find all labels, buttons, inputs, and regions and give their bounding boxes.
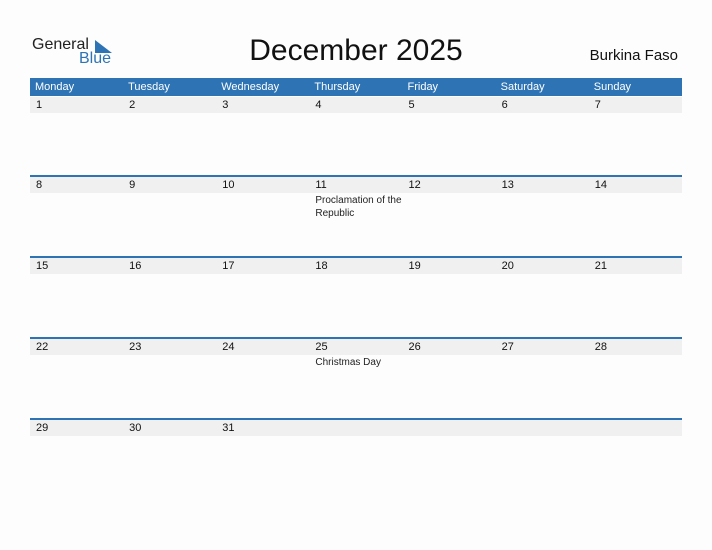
day-number: 26 xyxy=(402,339,496,355)
day-cell[interactable]: 9 xyxy=(123,177,217,220)
weekday-label: Tuesday xyxy=(128,81,170,93)
day-cell[interactable]: 22 xyxy=(30,339,124,369)
week-row: 29 30 31 xyxy=(30,418,682,436)
day-number: 17 xyxy=(216,258,310,274)
day-number xyxy=(588,420,682,436)
day-number: 28 xyxy=(588,339,682,355)
day-cell[interactable] xyxy=(588,420,682,436)
day-cell[interactable]: 26 xyxy=(402,339,496,369)
day-cell[interactable]: 13 xyxy=(495,177,589,220)
weekday-label: Sunday xyxy=(593,81,632,93)
day-cell[interactable]: 3 xyxy=(216,97,310,113)
weekday-label: Friday xyxy=(407,81,439,93)
weekday-header: Monday Tuesday Wednesday Thursday Friday Satu… xyxy=(30,78,682,96)
week-row: 15 16 17 18 19 20 21 xyxy=(30,256,682,274)
day-cell[interactable]: 31 xyxy=(216,420,310,436)
day-cell[interactable]: 12 xyxy=(402,177,496,220)
day-cell[interactable]: 6 xyxy=(495,97,589,113)
day-number: 11 xyxy=(309,177,403,193)
day-number: 18 xyxy=(309,258,403,274)
day-cell[interactable]: 29 xyxy=(30,420,124,436)
holiday-label: Proclamation of the Republic xyxy=(315,195,402,219)
day-number: 3 xyxy=(216,97,310,113)
day-cell[interactable]: 28 xyxy=(588,339,682,369)
holiday-label: Christmas Day xyxy=(315,357,381,368)
day-cell[interactable]: 11 Proclamation of the Republic xyxy=(309,177,403,220)
day-cell[interactable] xyxy=(309,420,403,436)
day-number: 10 xyxy=(216,177,310,193)
day-cell[interactable]: 17 xyxy=(216,258,310,274)
calendar-page: General Blue December 2025 Burkina Faso … xyxy=(0,0,712,550)
day-number: 15 xyxy=(30,258,124,274)
day-number: 16 xyxy=(123,258,217,274)
week-row: 1234567 xyxy=(30,97,682,113)
day-number: 2 xyxy=(123,97,217,113)
day-cell[interactable]: 23 xyxy=(123,339,217,369)
day-cell[interactable]: 30 xyxy=(123,420,217,436)
day-number: 31 xyxy=(216,420,310,436)
day-number: 12 xyxy=(402,177,496,193)
day-cell[interactable]: 25 Christmas Day xyxy=(309,339,403,369)
day-cell[interactable]: 19 xyxy=(402,258,496,274)
weekday-label: Thursday xyxy=(314,81,361,93)
day-cell[interactable]: 24 xyxy=(216,339,310,369)
day-number: 14 xyxy=(588,177,682,193)
day-cell[interactable]: 20 xyxy=(495,258,589,274)
day-cell[interactable] xyxy=(495,420,589,436)
week-row: 22 23 24 25 Christmas Day 26 27 28 xyxy=(30,337,682,369)
day-cell[interactable]: 1 xyxy=(30,97,124,113)
day-cell[interactable]: 4 xyxy=(309,97,403,113)
day-cell[interactable]: 21 xyxy=(588,258,682,274)
weekday-label: Saturday xyxy=(500,81,545,93)
day-number: 7 xyxy=(588,97,682,113)
day-cell[interactable]: 8 xyxy=(30,177,124,220)
day-cell[interactable]: 7 xyxy=(588,97,682,113)
day-number: 23 xyxy=(123,339,217,355)
weekday-label: Wednesday xyxy=(221,81,280,93)
day-number: 19 xyxy=(402,258,496,274)
day-cell[interactable]: 14 xyxy=(588,177,682,220)
day-number: 20 xyxy=(495,258,589,274)
day-number: 4 xyxy=(309,97,403,113)
day-number: 8 xyxy=(30,177,124,193)
week-row: 8 9 10 11 Proclamation of the Republic 12 13 14 xyxy=(30,175,682,220)
day-number: 5 xyxy=(402,97,496,113)
day-number: 21 xyxy=(588,258,682,274)
weekday-label: Monday xyxy=(35,81,75,93)
day-number: 24 xyxy=(216,339,310,355)
day-cell[interactable] xyxy=(402,420,496,436)
day-cell[interactable]: 16 xyxy=(123,258,217,274)
day-number: 1 xyxy=(30,97,124,113)
day-number: 13 xyxy=(495,177,589,193)
country-label: Burkina Faso xyxy=(589,47,678,64)
day-number: 30 xyxy=(123,420,217,436)
day-number: 27 xyxy=(495,339,589,355)
day-number: 6 xyxy=(495,97,589,113)
day-number xyxy=(495,420,589,436)
day-number: 22 xyxy=(30,339,124,355)
day-cell[interactable]: 18 xyxy=(309,258,403,274)
day-cell[interactable]: 2 xyxy=(123,97,217,113)
day-number: 25 xyxy=(309,339,403,355)
day-cell[interactable]: 27 xyxy=(495,339,589,369)
day-cell[interactable]: 15 xyxy=(30,258,124,274)
day-cell[interactable]: 5 xyxy=(402,97,496,113)
day-number xyxy=(309,420,403,436)
day-number: 29 xyxy=(30,420,124,436)
day-number xyxy=(402,420,496,436)
day-cell[interactable]: 10 xyxy=(216,177,310,220)
day-number: 9 xyxy=(123,177,217,193)
